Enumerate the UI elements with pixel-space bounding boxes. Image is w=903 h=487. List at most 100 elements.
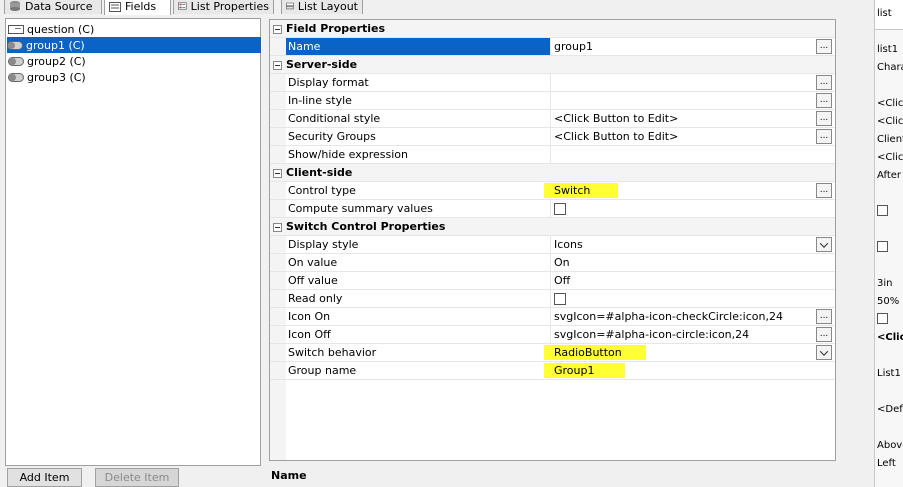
- tab-label: List Layout: [297, 0, 358, 13]
- right-panel-text: Client: [877, 134, 903, 145]
- highlighted-value: RadioButton: [544, 345, 646, 360]
- category-client-side[interactable]: Client-side: [270, 164, 835, 182]
- prop-label: Display style: [286, 236, 551, 253]
- prop-value[interactable]: svgIcon=#alpha-icon-circle:icon,24: [554, 326, 814, 343]
- prop-inline-style[interactable]: In-line style ...: [270, 92, 835, 110]
- tree-item-label: question (C): [27, 22, 95, 36]
- tab-label: Data Source: [25, 0, 93, 13]
- prop-control-type[interactable]: Control type Switch ...: [270, 182, 835, 200]
- fields-icon: [109, 1, 121, 12]
- add-item-button[interactable]: Add Item: [7, 468, 82, 487]
- right-panel-text: <Defa: [877, 404, 903, 415]
- ellipsis-button[interactable]: ...: [816, 93, 832, 108]
- prop-switch-behavior[interactable]: Switch behavior RadioButton: [270, 344, 835, 362]
- compute-summary-checkbox[interactable]: [554, 202, 566, 215]
- prop-value: [554, 290, 814, 307]
- prop-conditional-style[interactable]: Conditional style <Click Button to Edit>…: [270, 110, 835, 128]
- prop-value[interactable]: RadioButton: [544, 344, 814, 361]
- right-panel-text: <Click: [877, 152, 903, 163]
- tab-list-properties[interactable]: List Properties: [173, 0, 274, 14]
- prop-value[interactable]: Group1: [544, 362, 814, 379]
- property-grid: Field Properties Name group1 ... Server-…: [269, 19, 836, 461]
- tree-item-group2[interactable]: group2 (C): [8, 53, 90, 69]
- tab-list-layout[interactable]: List Layout: [281, 0, 363, 14]
- tab-label: List Properties: [190, 0, 269, 13]
- category-label: Client-side: [286, 166, 353, 179]
- tree-item-group1[interactable]: group1 (C): [6, 36, 262, 54]
- prop-value[interactable]: [554, 74, 814, 91]
- prop-name[interactable]: Name group1 ...: [270, 38, 835, 56]
- prop-value[interactable]: svgIcon=#alpha-icon-checkCircle:icon,24: [554, 308, 814, 325]
- prop-value[interactable]: <Click Button to Edit>: [554, 128, 814, 145]
- prop-security-groups[interactable]: Security Groups <Click Button to Edit> .…: [270, 128, 835, 146]
- right-panel-checkbox[interactable]: [877, 205, 888, 216]
- ellipsis-button[interactable]: ...: [816, 309, 832, 324]
- tree-item-question[interactable]: question (C): [8, 21, 98, 37]
- ellipsis-button[interactable]: ...: [816, 39, 832, 54]
- right-panel-text: Above: [877, 440, 903, 451]
- fields-tree[interactable]: question (C) group1 (C) group2 (C) group…: [5, 18, 262, 466]
- prop-off-value[interactable]: Off value Off: [270, 272, 835, 290]
- category-server-side[interactable]: Server-side: [270, 56, 835, 74]
- category-switch-control-properties[interactable]: Switch Control Properties: [270, 218, 835, 236]
- properties-icon: [178, 2, 187, 10]
- prop-value[interactable]: [554, 146, 814, 163]
- highlighted-value: Switch: [544, 183, 619, 198]
- tab-bar: Data Source Fields List Properties List …: [0, 0, 875, 15]
- tree-item-group3[interactable]: group3 (C): [8, 69, 90, 85]
- prop-label: In-line style: [286, 92, 551, 109]
- right-panel-checkbox[interactable]: [877, 313, 888, 324]
- right-panel-text: List1: [877, 368, 901, 379]
- collapse-icon[interactable]: [273, 169, 282, 178]
- category-field-properties[interactable]: Field Properties: [270, 20, 835, 38]
- collapse-icon[interactable]: [273, 61, 282, 70]
- read-only-checkbox[interactable]: [554, 292, 566, 305]
- prop-icon-on[interactable]: Icon On svgIcon=#alpha-icon-checkCircle:…: [270, 308, 835, 326]
- tab-data-source[interactable]: Data Source: [4, 0, 102, 14]
- prop-read-only[interactable]: Read only: [270, 290, 835, 308]
- tree-item-label: group3 (C): [27, 70, 86, 84]
- prop-value[interactable]: Switch: [544, 182, 814, 199]
- prop-show-hide-expression[interactable]: Show/hide expression: [270, 146, 835, 164]
- right-panel-checkbox[interactable]: [877, 241, 888, 252]
- toggle-icon: [8, 72, 24, 82]
- right-panel: list list1 Chara <Click <Click Client <C…: [874, 0, 903, 487]
- chevron-down-icon[interactable]: [816, 345, 832, 360]
- collapse-icon[interactable]: [273, 25, 282, 34]
- tree-item-label: group2 (C): [27, 54, 86, 68]
- right-panel-text: <Clic: [877, 332, 903, 343]
- ellipsis-button[interactable]: ...: [816, 111, 832, 126]
- database-icon: [10, 1, 20, 11]
- toggle-icon: [8, 56, 24, 66]
- description-title: Name: [271, 469, 307, 482]
- tab-fields[interactable]: Fields: [104, 0, 171, 15]
- prop-value[interactable]: Off: [554, 272, 814, 289]
- chevron-down-icon[interactable]: [816, 237, 832, 252]
- prop-value[interactable]: Icons: [554, 236, 814, 253]
- ellipsis-button[interactable]: ...: [816, 183, 832, 198]
- collapse-icon[interactable]: [273, 223, 282, 232]
- prop-value: [554, 200, 814, 217]
- ellipsis-button[interactable]: ...: [816, 327, 832, 342]
- prop-display-style[interactable]: Display style Icons: [270, 236, 835, 254]
- prop-display-format[interactable]: Display format ...: [270, 74, 835, 92]
- prop-label: On value: [286, 254, 551, 271]
- prop-value[interactable]: <Click Button to Edit>: [554, 110, 814, 127]
- prop-value[interactable]: On: [554, 254, 814, 271]
- prop-label: Control type: [286, 182, 551, 199]
- prop-label: Read only: [286, 290, 551, 307]
- category-label: Switch Control Properties: [286, 220, 446, 233]
- prop-label: Show/hide expression: [286, 146, 551, 163]
- prop-on-value[interactable]: On value On: [270, 254, 835, 272]
- ellipsis-button[interactable]: ...: [816, 75, 832, 90]
- prop-icon-off[interactable]: Icon Off svgIcon=#alpha-icon-circle:icon…: [270, 326, 835, 344]
- prop-value[interactable]: group1: [554, 38, 814, 55]
- prop-compute-summary-values[interactable]: Compute summary values: [270, 200, 835, 218]
- prop-label: Group name: [286, 362, 551, 379]
- right-panel-text: After: [877, 170, 902, 181]
- prop-value[interactable]: [554, 92, 814, 109]
- prop-group-name[interactable]: Group name Group1: [270, 362, 835, 380]
- ellipsis-button[interactable]: ...: [816, 129, 832, 144]
- right-panel-text: <Click: [877, 116, 903, 127]
- delete-item-button[interactable]: Delete Item: [95, 468, 179, 487]
